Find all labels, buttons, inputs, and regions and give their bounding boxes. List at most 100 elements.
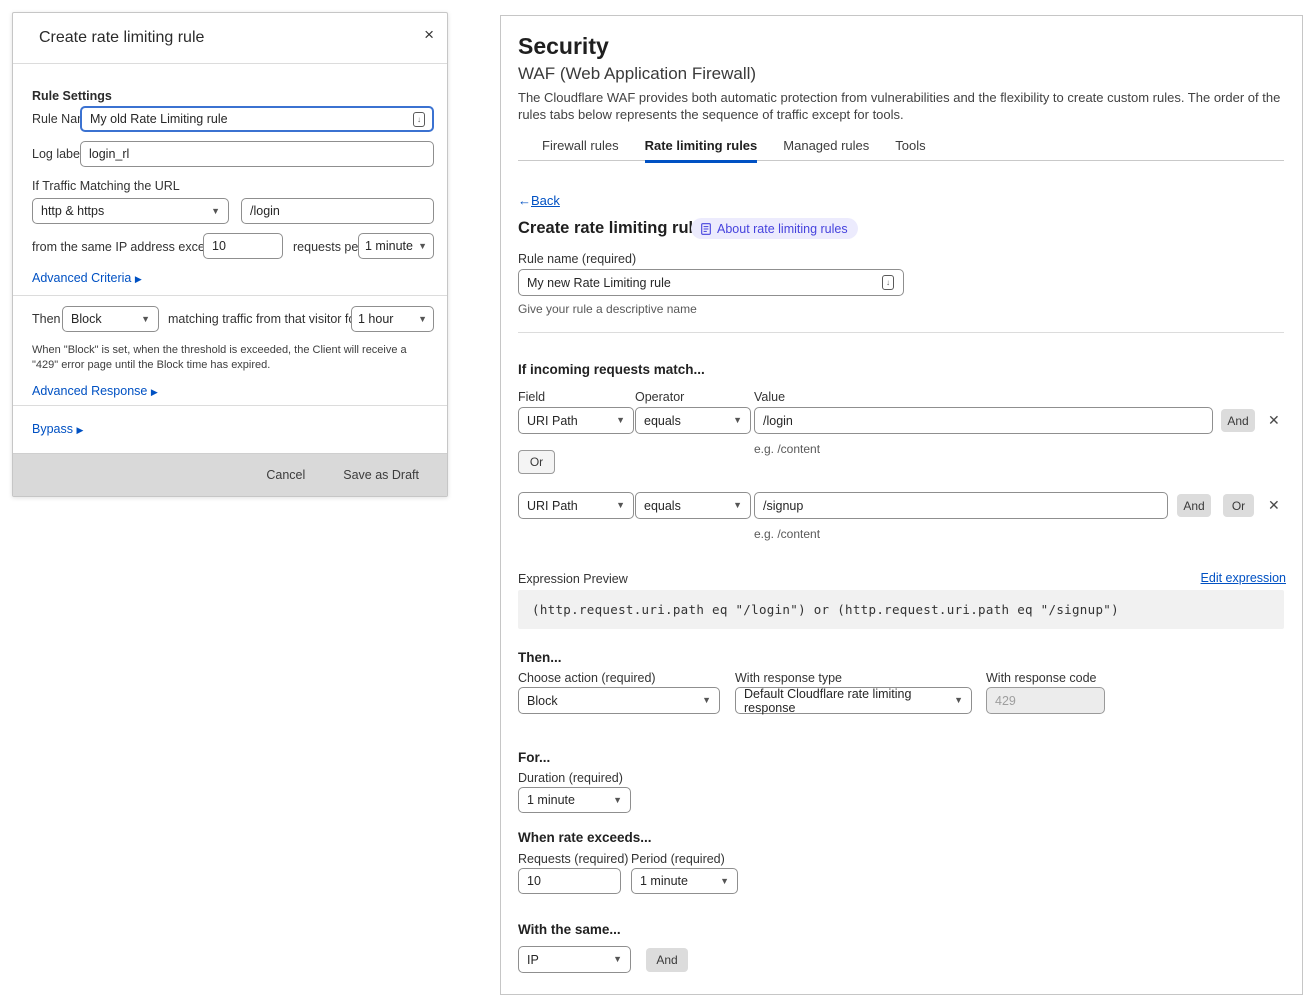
advanced-response-link[interactable]: Advanced Response ▶: [32, 384, 158, 398]
form-title: Create rate limiting rule: [518, 219, 702, 238]
requests-label: Requests (required): [518, 852, 628, 866]
operator-select[interactable]: equals ▼: [635, 407, 751, 434]
period-label: Period (required): [631, 852, 725, 866]
field-select[interactable]: URI Path ▼: [518, 492, 634, 519]
chevron-down-icon: ▼: [954, 696, 963, 705]
remove-row-icon[interactable]: ✕: [1268, 497, 1280, 514]
expression-preview-label: Expression Preview: [518, 572, 628, 586]
response-code-label: With response code: [986, 671, 1096, 685]
choose-action-select[interactable]: Block ▼: [518, 687, 720, 714]
rule-name-label: Rule name (required): [518, 252, 636, 266]
log-label-label: Log label: [32, 147, 83, 161]
triangle-right-icon: ▶: [151, 387, 158, 397]
operator-column-label: Operator: [635, 390, 684, 404]
threshold-period-select[interactable]: 1 minute ▼: [358, 233, 434, 259]
cancel-button[interactable]: Cancel: [266, 468, 305, 482]
value-input[interactable]: [754, 407, 1213, 434]
period-select[interactable]: 1 minute ▼: [631, 868, 738, 894]
dialog-divider-1: [13, 295, 447, 296]
and-button[interactable]: And: [646, 948, 688, 972]
action-select[interactable]: Block ▼: [62, 306, 159, 332]
action-value: Block: [71, 312, 102, 326]
threshold-middle: requests per: [293, 240, 362, 254]
requests-input[interactable]: [518, 868, 621, 894]
rule-name-input[interactable]: [80, 106, 434, 132]
field-column-label: Field: [518, 390, 545, 404]
threshold-requests-input[interactable]: [203, 233, 283, 259]
back-arrow-icon: ←: [518, 193, 531, 208]
block-note: When "Block" is set, when the threshold …: [32, 343, 424, 372]
remove-row-icon[interactable]: ✕: [1268, 412, 1280, 429]
dialog-divider-2: [13, 405, 447, 406]
tab-rate-limiting-rules[interactable]: Rate limiting rules: [645, 138, 758, 163]
section-divider: [518, 332, 1284, 333]
back-link[interactable]: ←Back: [518, 193, 560, 208]
chevron-down-icon: ▼: [141, 315, 150, 324]
response-type-label: With response type: [735, 671, 842, 685]
tab-firewall-rules[interactable]: Firewall rules: [542, 138, 619, 163]
then-label: Then: [32, 312, 61, 326]
duration-value: 1 hour: [358, 312, 393, 326]
chevron-down-icon: ▼: [733, 501, 742, 510]
rate-heading: When rate exceeds...: [518, 830, 652, 845]
log-label-input[interactable]: [80, 141, 434, 167]
chevron-down-icon: ▼: [418, 315, 427, 324]
chevron-down-icon: ▼: [613, 955, 622, 964]
tab-bar: Firewall rules Rate limiting rules Manag…: [542, 138, 926, 163]
about-rate-limiting-badge[interactable]: About rate limiting rules: [691, 218, 858, 239]
duration-label: Duration (required): [518, 771, 623, 785]
page-subtitle: WAF (Web Application Firewall): [518, 64, 756, 84]
autofill-extension-icon[interactable]: ↓: [882, 275, 894, 290]
rule-name-input[interactable]: [518, 269, 904, 296]
tab-tools[interactable]: Tools: [895, 138, 925, 163]
value-helper: e.g. /content: [754, 527, 820, 541]
page-description: The Cloudflare WAF provides both automat…: [518, 90, 1282, 123]
match-heading: If incoming requests match...: [518, 362, 705, 377]
expression-code: (http.request.uri.path eq "/login") or (…: [518, 590, 1284, 629]
response-type-select[interactable]: Default Cloudflare rate limiting respons…: [735, 687, 972, 714]
or-connector-button[interactable]: Or: [518, 450, 555, 474]
characteristic-select[interactable]: IP ▼: [518, 946, 631, 973]
choose-action-label: Choose action (required): [518, 671, 656, 685]
rule-settings-heading: Rule Settings: [32, 89, 112, 103]
response-code-input: [986, 687, 1105, 714]
chevron-down-icon: ▼: [211, 207, 220, 216]
advanced-criteria-link[interactable]: Advanced Criteria ▶: [32, 271, 142, 285]
duration-select[interactable]: 1 hour ▼: [351, 306, 434, 332]
page-title: Security: [518, 33, 609, 60]
for-heading: For...: [518, 750, 550, 765]
chevron-down-icon: ▼: [733, 416, 742, 425]
traffic-match-label: If Traffic Matching the URL: [32, 179, 180, 193]
autofill-extension-icon[interactable]: ↓: [413, 112, 425, 127]
value-input[interactable]: [754, 492, 1168, 519]
duration-select[interactable]: 1 minute ▼: [518, 787, 631, 813]
field-select[interactable]: URI Path ▼: [518, 407, 634, 434]
chevron-down-icon: ▼: [702, 696, 711, 705]
value-helper: e.g. /content: [754, 442, 820, 456]
security-waf-panel: Security WAF (Web Application Firewall) …: [500, 15, 1303, 995]
operator-select[interactable]: equals ▼: [635, 492, 751, 519]
triangle-right-icon: ▶: [76, 425, 83, 435]
value-column-label: Value: [754, 390, 785, 404]
scheme-select[interactable]: http & https ▼: [32, 198, 229, 224]
bypass-link[interactable]: Bypass ▶: [32, 422, 83, 436]
dialog-footer: Cancel Save as Draft: [13, 453, 447, 496]
and-button[interactable]: And: [1177, 494, 1211, 517]
tab-managed-rules[interactable]: Managed rules: [783, 138, 869, 163]
close-icon[interactable]: ×: [424, 25, 434, 45]
chevron-down-icon: ▼: [616, 501, 625, 510]
dialog-header-divider: [13, 63, 447, 64]
save-as-draft-button[interactable]: Save as Draft: [343, 468, 419, 482]
then-heading: Then...: [518, 650, 562, 665]
chevron-down-icon: ▼: [613, 796, 622, 805]
dialog-title: Create rate limiting rule: [39, 29, 204, 47]
document-icon: [701, 223, 711, 235]
and-button[interactable]: And: [1221, 409, 1255, 432]
triangle-right-icon: ▶: [135, 274, 142, 284]
chevron-down-icon: ▼: [418, 242, 427, 251]
threshold-prefix: from the same IP address exceeds: [32, 240, 225, 254]
edit-expression-link[interactable]: Edit expression: [1201, 571, 1286, 585]
or-button[interactable]: Or: [1223, 494, 1254, 517]
url-input[interactable]: [241, 198, 434, 224]
rule-name-helper: Give your rule a descriptive name: [518, 302, 697, 316]
